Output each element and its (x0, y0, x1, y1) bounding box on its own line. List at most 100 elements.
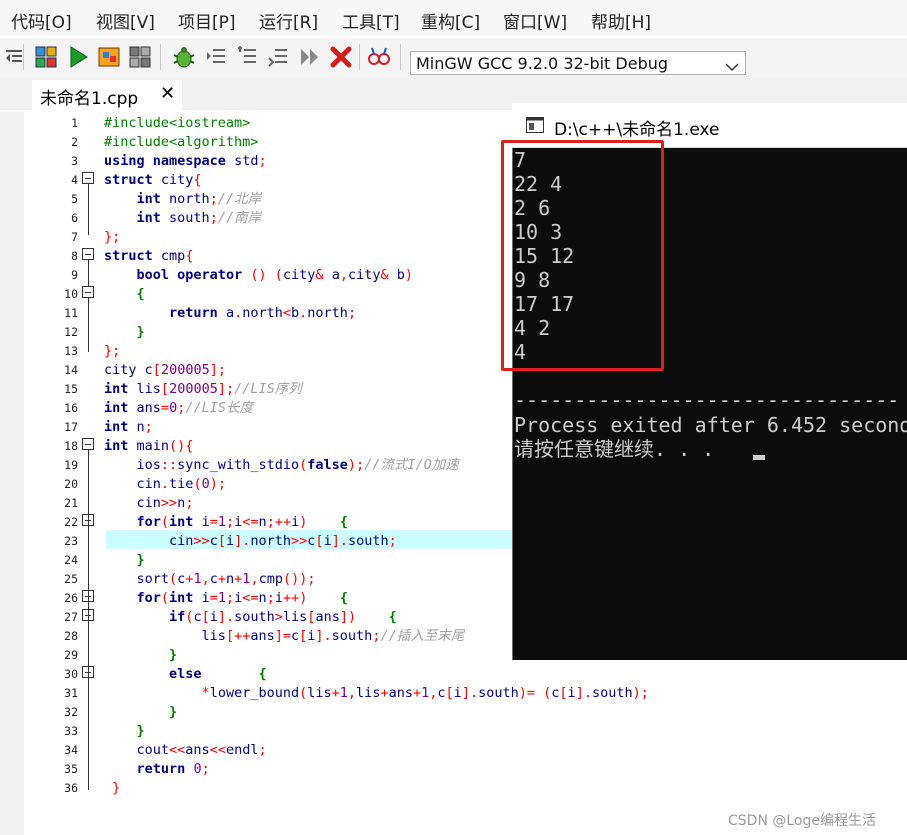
console-prompt: 请按任意键继续. . . (514, 437, 715, 461)
line-number: 5 (71, 192, 78, 206)
close-icon[interactable]: ✕ (160, 83, 175, 104)
indent-icon[interactable] (202, 42, 230, 72)
code-line-15: int lis[200005];//LIS序列 (104, 381, 302, 397)
uncomment-icon[interactable] (264, 42, 292, 72)
line-number: 36 (64, 781, 78, 795)
line-number: 15 (64, 382, 78, 396)
watermark: CSDN @Loge编程生活 (728, 813, 876, 829)
stop-icon[interactable] (327, 42, 355, 72)
code-line-23: cin>>c[i].north>>c[i].south; (169, 533, 397, 549)
compiler-select[interactable]: MinGW GCC 9.2.0 32-bit Debug (410, 51, 746, 75)
code-line-30: else { (169, 666, 267, 682)
toolbar-separator (160, 44, 161, 70)
code-line-28: lis[++ans]=c[i].south;//插入至末尾 (201, 628, 465, 644)
fold-toggle-icon[interactable] (82, 286, 94, 298)
code-line-3: using namespace std; (104, 153, 267, 169)
line-number: 32 (64, 705, 78, 719)
code-line-12: } (136, 324, 145, 340)
profile-icon[interactable] (365, 42, 393, 72)
menu-bar: 代码[O] 视图[V] 项目[P] 运行[R] 工具[T] 重构[C] 窗口[W… (0, 0, 907, 36)
rebuild-icon[interactable] (126, 42, 154, 72)
fold-guide (88, 298, 89, 352)
line-number: 29 (64, 648, 78, 662)
menu-tools[interactable]: 工具[T] (342, 12, 400, 34)
line-number: 25 (64, 572, 78, 586)
line-number: 11 (64, 306, 78, 320)
menu-view[interactable]: 视图[V] (96, 12, 155, 34)
fold-guide (88, 260, 89, 286)
code-line-25: sort(c+1,c+n+1,cmp()); (136, 571, 316, 587)
toolbar-separator (400, 44, 401, 70)
code-line-9: bool operator () (city& a,city& b) (136, 267, 414, 283)
line-number: 26 (64, 591, 78, 605)
line-number: 7 (71, 230, 78, 244)
tab-file[interactable]: 未命名1.cpp ✕ (32, 80, 182, 110)
line-number: 33 (64, 724, 78, 738)
code-line-4: struct city{ (104, 172, 202, 188)
debug-icon[interactable] (170, 42, 198, 72)
chevron-down-icon (725, 57, 739, 76)
code-line-26: for(int i=1;i<=n;i++) { (136, 590, 349, 606)
code-line-34: cout<<ans<<endl; (136, 742, 267, 758)
toolbar-separator (23, 44, 24, 70)
line-number: 19 (64, 458, 78, 472)
fold-guide (88, 184, 89, 235)
code-line-24: } (136, 552, 145, 568)
menu-run[interactable]: 运行[R] (259, 12, 318, 34)
fold-toggle-icon[interactable] (82, 438, 94, 450)
line-number: 34 (64, 743, 78, 757)
code-line-16: int ans=0;//LIS长度 (104, 400, 253, 416)
line-number: 20 (64, 477, 78, 491)
code-line-36: } (112, 780, 121, 796)
toolbar-separator (359, 44, 360, 70)
code-line-14: city c[200005]; (104, 362, 226, 378)
code-line-5: int north;//北岸 (136, 191, 262, 207)
code-line-29: } (169, 647, 178, 663)
line-number: 16 (64, 401, 78, 415)
compile-run-icon[interactable] (95, 42, 123, 72)
line-number: 35 (64, 762, 78, 776)
compiler-select-value: MinGW GCC 9.2.0 32-bit Debug (416, 54, 669, 73)
code-line-32: } (169, 704, 178, 720)
fold-toggle-icon[interactable] (82, 248, 94, 260)
console-title: D:\c++\未命名1.exe (554, 120, 720, 140)
menu-window[interactable]: 窗口[W] (503, 12, 567, 34)
line-number: 28 (64, 629, 78, 643)
code-line-31: *lower_bound(lis+1,lis+ans+1,c[i].south)… (201, 685, 649, 701)
code-line-13: }; (104, 343, 121, 359)
annotation-box (501, 140, 664, 371)
line-number: 22 (64, 515, 78, 529)
line-number: 1 (71, 116, 78, 130)
line-number: 4 (71, 173, 78, 187)
code-line-6: int south;//南岸 (136, 210, 262, 226)
code-line-27: if(c[i].south>lis[ans]) { (169, 609, 397, 625)
line-number: 24 (64, 553, 78, 567)
compile-icon[interactable] (32, 42, 60, 72)
menu-project[interactable]: 项目[P] (178, 12, 236, 34)
line-number: 8 (71, 249, 78, 263)
code-line-2: #include<algorithm> (104, 134, 259, 150)
comment-icon[interactable] (233, 42, 261, 72)
step-icon[interactable] (296, 42, 324, 72)
console-window-icon (526, 117, 544, 133)
code-line-19: ios::sync_with_stdio(false);//流式I/O加速 (136, 457, 459, 473)
code-line-11: return a.north<b.north; (169, 305, 357, 321)
menu-refactor[interactable]: 重构[C] (421, 12, 480, 34)
console-process-exit: Process exited after 6.452 seconds (514, 413, 907, 437)
code-line-35: return 0; (136, 761, 210, 777)
line-number: 2 (71, 135, 78, 149)
code-line-18: int main(){ (104, 438, 194, 454)
code-line-1: #include<iostream> (104, 115, 251, 131)
code-line-20: cin.tie(0); (136, 476, 226, 492)
run-icon[interactable] (64, 42, 92, 72)
line-number: 12 (64, 325, 78, 339)
code-line-10: { (136, 286, 145, 302)
line-number: 23 (64, 534, 78, 548)
line-number: 18 (64, 439, 78, 453)
menu-code[interactable]: 代码[O] (11, 12, 72, 34)
code-line-7: }; (104, 229, 121, 245)
code-line-21: cin>>n; (136, 495, 194, 511)
fold-toggle-icon[interactable] (82, 172, 94, 184)
menu-help[interactable]: 帮助[H] (591, 12, 651, 34)
line-number: 9 (71, 268, 78, 282)
